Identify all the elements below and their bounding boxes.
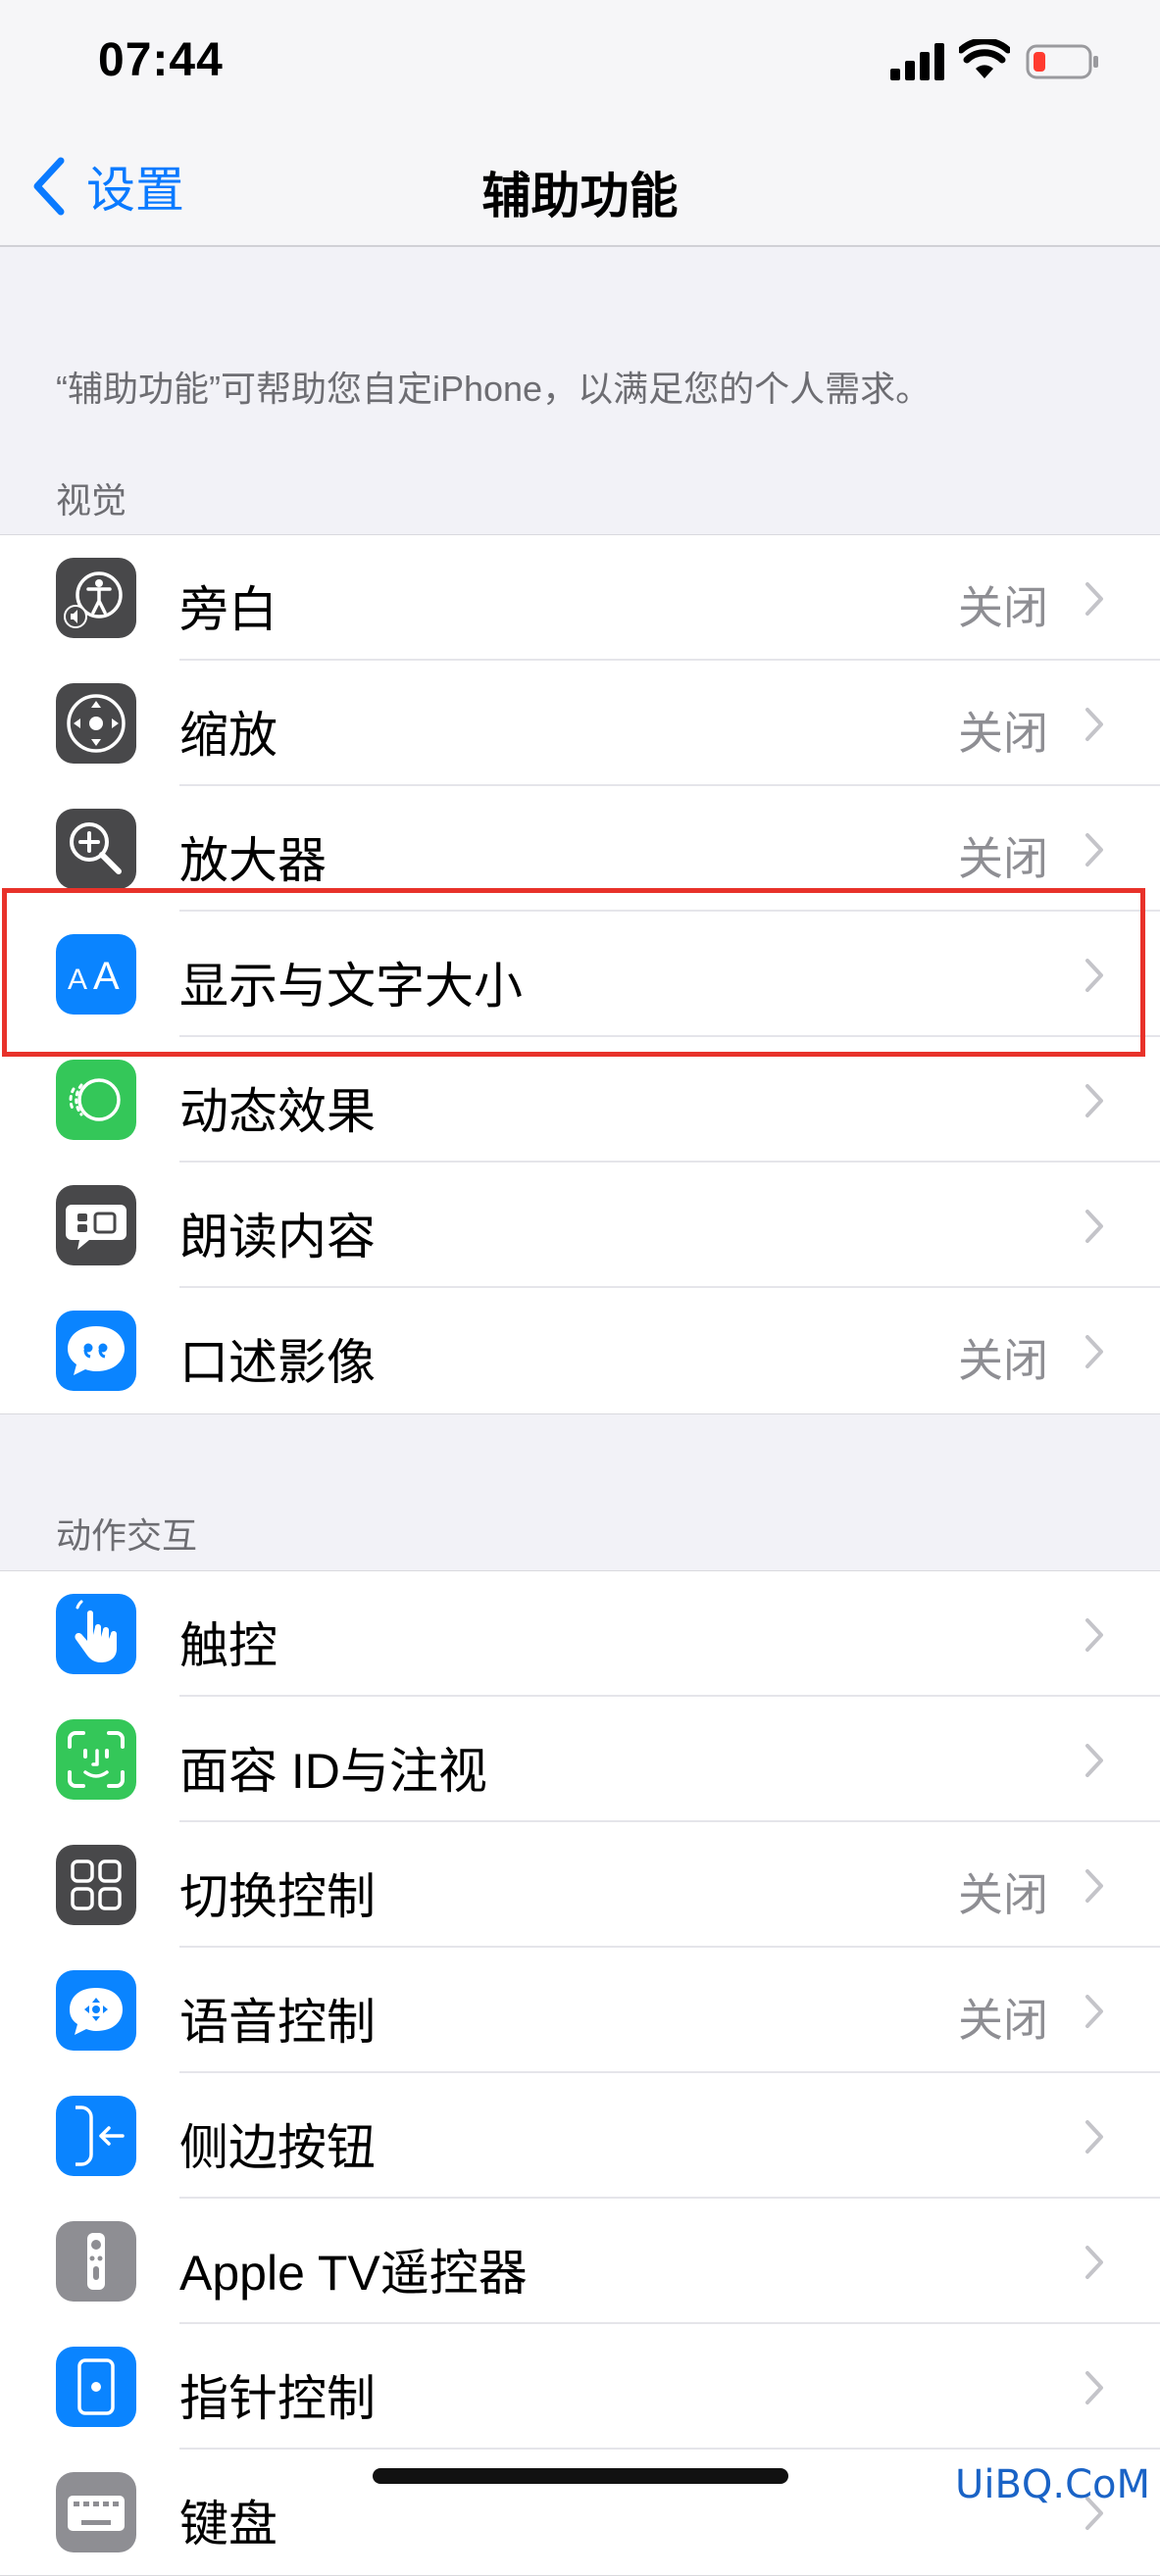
svg-text:A: A bbox=[68, 964, 87, 996]
row-spoken-content[interactable]: 朗读内容 bbox=[0, 1163, 1160, 1288]
row-label: 旁白 bbox=[179, 582, 277, 637]
row-touch[interactable]: 触控 bbox=[0, 1571, 1160, 1697]
apple-tv-remote-icon bbox=[56, 2221, 136, 2302]
section-header-vision: 视觉 bbox=[56, 480, 127, 520]
physical-motor-settings-group: 触控 面容 ID与注视 切换控制 关闭 语音控制 关闭 侧边按钮 Apple T… bbox=[0, 1570, 1160, 2576]
face-id-icon bbox=[56, 1719, 136, 1800]
row-value: 关闭 bbox=[958, 1869, 1048, 1920]
row-audio-descriptions[interactable]: 口述影像 关闭 bbox=[0, 1288, 1160, 1413]
chevron-right-icon bbox=[1085, 959, 1103, 992]
row-magnifier[interactable]: 放大器 关闭 bbox=[0, 786, 1160, 912]
row-side-button[interactable]: 侧边按钮 bbox=[0, 2073, 1160, 2199]
switch-control-icon bbox=[56, 1845, 136, 1925]
row-value: 关闭 bbox=[958, 708, 1048, 759]
row-label: 朗读内容 bbox=[179, 1210, 376, 1264]
chevron-right-icon bbox=[1085, 582, 1103, 616]
row-label: 语音控制 bbox=[179, 1995, 376, 2050]
battery-low-icon bbox=[1026, 44, 1098, 79]
status-bar: 07:44 bbox=[0, 0, 1160, 127]
status-time: 07:44 bbox=[98, 34, 224, 86]
row-label: 口述影像 bbox=[179, 1335, 376, 1390]
display-text-size-icon: A A bbox=[56, 934, 136, 1015]
voiceover-icon bbox=[56, 558, 136, 638]
row-label: 放大器 bbox=[179, 833, 327, 888]
row-label: 缩放 bbox=[179, 708, 277, 763]
row-label: 切换控制 bbox=[179, 1869, 376, 1924]
row-label: 动态效果 bbox=[179, 1084, 376, 1139]
chevron-right-icon bbox=[1085, 1869, 1103, 1903]
chevron-right-icon bbox=[1085, 833, 1103, 867]
row-voiceover[interactable]: 旁白 关闭 bbox=[0, 535, 1160, 661]
chevron-right-icon bbox=[1085, 1210, 1103, 1243]
magnifier-icon bbox=[56, 809, 136, 889]
touch-icon bbox=[56, 1594, 136, 1674]
row-label: 侧边按钮 bbox=[179, 2120, 376, 2175]
navigation-bar: 设置 辅助功能 bbox=[0, 127, 1160, 247]
page-title: 辅助功能 bbox=[481, 169, 679, 223]
zoom-icon bbox=[56, 683, 136, 764]
chevron-right-icon bbox=[1085, 2371, 1103, 2404]
watermark-text: UiBQ.CoM bbox=[955, 2462, 1150, 2507]
chevron-right-icon bbox=[1085, 1084, 1103, 1117]
svg-text:A: A bbox=[93, 955, 120, 998]
wifi-icon bbox=[959, 39, 1010, 78]
row-display-text-size[interactable]: A A 显示与文字大小 bbox=[0, 912, 1160, 1037]
audio-descriptions-icon bbox=[56, 1311, 136, 1391]
chevron-right-icon bbox=[1085, 1335, 1103, 1368]
spoken-content-icon bbox=[56, 1185, 136, 1265]
home-indicator[interactable] bbox=[373, 2468, 788, 2484]
row-label: Apple TV遥控器 bbox=[179, 2246, 528, 2301]
row-value: 关闭 bbox=[958, 833, 1048, 884]
vision-settings-group: 旁白 关闭 缩放 关闭 放大器 关闭 A A 显示与文字大小 动态效果 朗读内容… bbox=[0, 534, 1160, 1414]
row-voice-control[interactable]: 语音控制 关闭 bbox=[0, 1948, 1160, 2073]
row-switch-control[interactable]: 切换控制 关闭 bbox=[0, 1822, 1160, 1948]
chevron-right-icon bbox=[1085, 1618, 1103, 1652]
chevron-right-icon bbox=[1085, 708, 1103, 741]
row-pointer-control[interactable]: 指针控制 bbox=[0, 2324, 1160, 2450]
keyboard-icon bbox=[56, 2472, 136, 2552]
row-face-id-attention[interactable]: 面容 ID与注视 bbox=[0, 1697, 1160, 1822]
side-button-icon bbox=[56, 2096, 136, 2176]
row-label: 显示与文字大小 bbox=[179, 959, 523, 1014]
row-label: 指针控制 bbox=[179, 2371, 376, 2426]
row-value: 关闭 bbox=[958, 1335, 1048, 1386]
voice-control-icon bbox=[56, 1970, 136, 2051]
row-label: 触控 bbox=[179, 1618, 277, 1673]
chevron-right-icon bbox=[1085, 2120, 1103, 2154]
chevron-right-icon bbox=[1085, 2246, 1103, 2279]
row-motion[interactable]: 动态效果 bbox=[0, 1037, 1160, 1163]
motion-icon bbox=[56, 1060, 136, 1140]
cellular-signal-icon bbox=[890, 43, 944, 80]
row-label: 键盘 bbox=[179, 2497, 277, 2551]
row-zoom[interactable]: 缩放 关闭 bbox=[0, 661, 1160, 786]
pointer-control-icon bbox=[56, 2347, 136, 2427]
intro-text: “辅助功能”可帮助您自定iPhone，以满足您的个人需求。 bbox=[56, 369, 932, 409]
row-value: 关闭 bbox=[958, 1995, 1048, 2046]
chevron-right-icon bbox=[1085, 1744, 1103, 1777]
section-header-physical-motor: 动作交互 bbox=[56, 1515, 198, 1556]
row-label: 面容 ID与注视 bbox=[179, 1744, 487, 1799]
chevron-right-icon bbox=[1085, 1995, 1103, 2028]
row-apple-tv-remote[interactable]: Apple TV遥控器 bbox=[0, 2199, 1160, 2324]
row-value: 关闭 bbox=[958, 582, 1048, 633]
